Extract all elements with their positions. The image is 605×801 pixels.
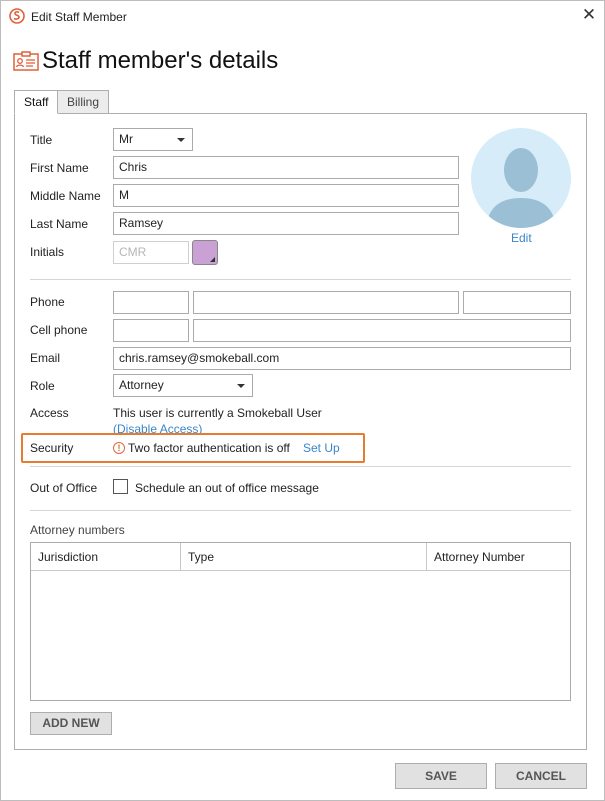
column-header-jurisdiction[interactable]: Jurisdiction [31,543,181,571]
cell-number-field[interactable] [193,319,571,342]
first-name-field[interactable]: Chris [113,156,459,179]
cell-phone-label: Cell phone [30,323,88,337]
cell-area-code-field[interactable] [113,319,189,342]
out-of-office-checkbox[interactable] [113,479,128,494]
role-label: Role [30,379,55,393]
last-name-field[interactable]: Ramsey [113,212,459,235]
initials-field[interactable]: CMR [113,241,189,264]
chevron-down-icon [177,138,185,142]
divider [30,466,571,467]
role-select[interactable]: Attorney [113,374,253,397]
access-label: Access [30,406,69,420]
save-button[interactable]: SAVE [395,763,487,789]
person-silhouette-icon [486,148,556,228]
column-header-type[interactable]: Type [181,543,427,571]
dropdown-corner-icon [210,257,215,262]
tab-billing[interactable]: Billing [57,90,110,114]
out-of-office-label: Out of Office [30,481,98,495]
phone-number-field[interactable] [193,291,459,314]
phone-area-code-field[interactable] [113,291,189,314]
role-value: Attorney [119,378,164,392]
middle-name-label: Middle Name [30,189,101,203]
window-title: Edit Staff Member [31,10,127,24]
initials-color-picker[interactable] [192,240,218,265]
smokeball-logo-icon [9,8,25,24]
first-name-label: First Name [30,161,89,175]
add-new-button[interactable]: ADD NEW [30,712,112,735]
id-card-icon [13,51,39,71]
title-label: Title [30,133,53,147]
divider [30,510,571,511]
column-header-attorney-number[interactable]: Attorney Number [427,543,570,571]
middle-name-field[interactable]: M [113,184,459,207]
two-factor-status-text: Two factor authentication is off [128,441,290,455]
phone-extension-field[interactable] [463,291,571,314]
tab-staff[interactable]: Staff [14,90,59,114]
avatar[interactable] [471,128,571,228]
email-label: Email [30,351,61,365]
phone-label: Phone [30,295,65,309]
title-select[interactable]: Mr [113,128,193,151]
attorney-numbers-table: Jurisdiction Type Attorney Number [30,542,571,701]
divider [30,279,571,280]
security-label: Security [30,441,74,455]
cancel-button[interactable]: CANCEL [495,763,587,789]
title-value: Mr [119,132,133,146]
close-icon[interactable]: ✕ [579,5,599,25]
access-status-text: This user is currently a Smokeball User [113,406,322,420]
edit-staff-dialog: Edit Staff Member ✕ Staff member's detai… [0,0,605,801]
avatar-edit-link[interactable]: Edit [511,231,532,245]
out-of-office-checkbox-label[interactable]: Schedule an out of office message [135,481,319,495]
email-field[interactable]: chris.ramsey@smokeball.com [113,347,571,370]
attorney-numbers-label: Attorney numbers [30,523,125,537]
last-name-label: Last Name [30,217,89,231]
initials-label: Initials [30,245,65,259]
chevron-down-icon [237,384,245,388]
two-factor-setup-link[interactable]: Set Up [303,441,340,455]
disable-access-link[interactable]: (Disable Access) [113,422,202,433]
warning-icon: ! [113,442,125,454]
page-title: Staff member's details [42,47,279,74]
